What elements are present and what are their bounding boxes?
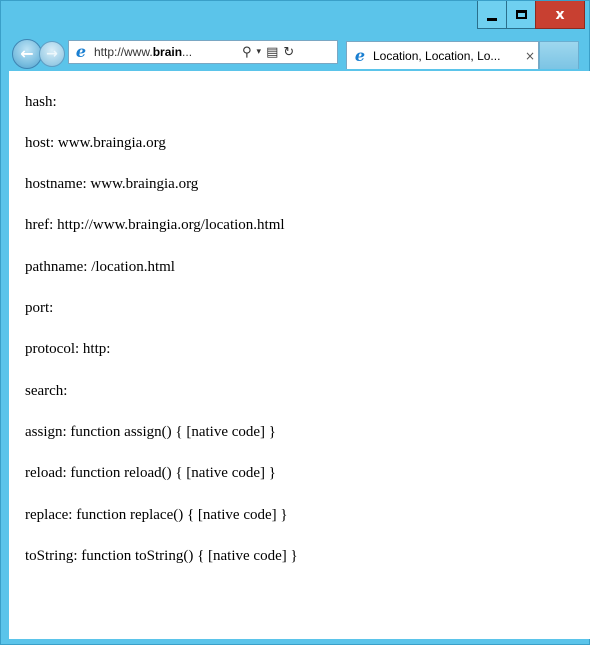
location-search: search:: [25, 383, 68, 399]
forward-arrow-icon: →: [46, 46, 58, 62]
back-arrow-icon: ←: [20, 44, 34, 63]
forward-button[interactable]: →: [39, 41, 65, 67]
close-button[interactable]: x: [535, 1, 585, 29]
location-host: host: www.braingia.org: [25, 135, 166, 151]
tab-location[interactable]: e Location, Location, Lo... ×: [346, 41, 539, 69]
location-pathname: pathname: /location.html: [25, 259, 175, 275]
address-bar[interactable]: e http://www.brain... ⚲ ▾ ▤ ↻: [68, 40, 338, 64]
location-replace: replace: function replace() { [native co…: [25, 507, 288, 523]
search-icon[interactable]: ⚲: [242, 46, 252, 59]
ie-logo-icon: e: [75, 42, 87, 61]
close-icon: x: [555, 6, 565, 23]
maximize-icon: [515, 10, 527, 19]
browser-window: x ← → e http://www.brain... ⚲ ▾ ▤ ↻ e Lo…: [0, 0, 590, 645]
minimize-icon: [487, 17, 497, 21]
tab-close-icon[interactable]: ×: [525, 50, 535, 62]
ie-logo-icon: e: [354, 45, 366, 65]
address-input[interactable]: http://www.brain...: [94, 45, 236, 59]
url-prefix: http://www.: [94, 45, 153, 59]
dropdown-icon[interactable]: ▾: [257, 47, 262, 57]
minimize-button[interactable]: [477, 1, 507, 29]
page-content: hash: host: www.braingia.org hostname: w…: [9, 71, 590, 639]
location-href: href: http://www.braingia.org/location.h…: [25, 217, 285, 233]
location-tostring: toString: function toString() { [native …: [25, 548, 298, 564]
location-port: port:: [25, 300, 54, 316]
url-ellipsis: ...: [182, 45, 193, 59]
location-assign: assign: function assign() { [native code…: [25, 424, 277, 440]
address-bar-icons: ⚲ ▾ ▤ ↻: [242, 46, 294, 59]
compatibility-view-icon[interactable]: ▤: [266, 46, 278, 59]
new-tab-button[interactable]: [539, 41, 579, 69]
location-protocol: protocol: http:: [25, 341, 111, 357]
tab-title: Location, Location, Lo...: [373, 48, 501, 63]
back-button[interactable]: ←: [12, 39, 42, 69]
refresh-icon[interactable]: ↻: [283, 46, 294, 59]
maximize-button[interactable]: [506, 1, 536, 29]
url-domain: brain: [152, 45, 183, 59]
title-bar: x: [1, 1, 590, 31]
location-hostname: hostname: www.braingia.org: [25, 176, 199, 192]
navigation-bar: ← → e http://www.brain... ⚲ ▾ ▤ ↻ e Loca…: [1, 31, 590, 71]
location-hash: hash:: [25, 94, 57, 110]
location-reload: reload: function reload() { [native code…: [25, 465, 276, 481]
